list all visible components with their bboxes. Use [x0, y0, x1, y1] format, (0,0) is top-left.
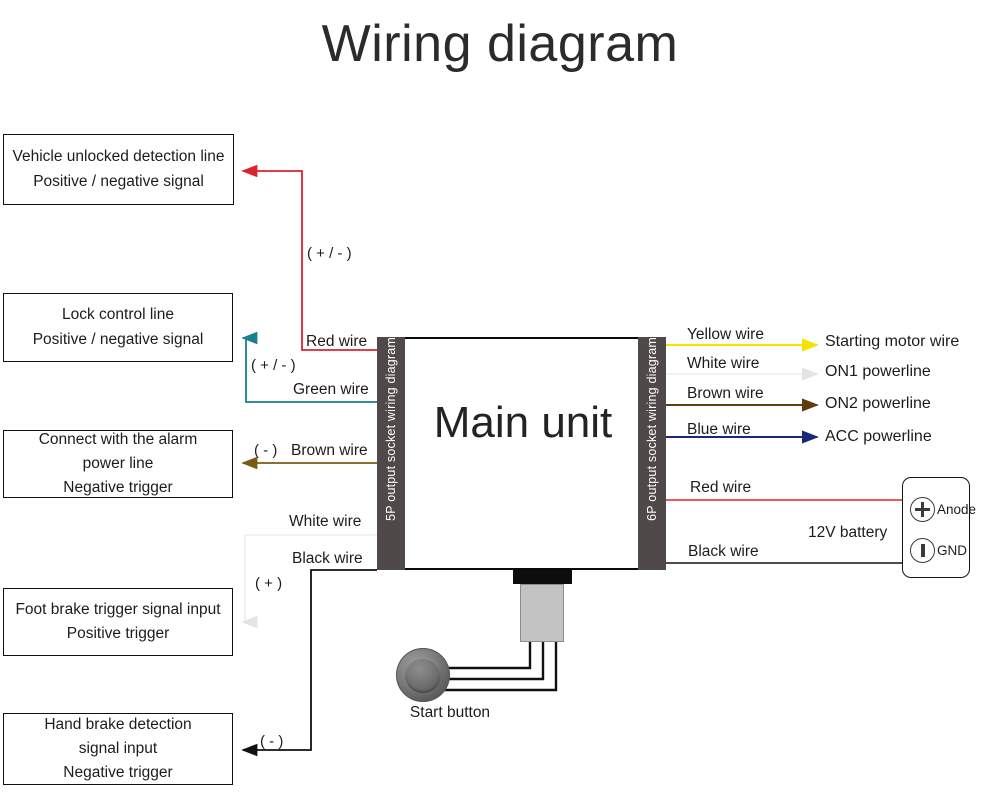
wire-label-red-left: Red wire: [306, 333, 368, 350]
main-unit-body: [398, 337, 648, 570]
battery-12v: Anode GND: [902, 477, 976, 578]
wire-label-brown-left: Brown wire: [291, 442, 368, 459]
callout-alarm-power-line: Connect with the alarm power line Negati…: [3, 430, 233, 498]
callout-line-2: power line: [82, 455, 154, 472]
wire-label-brown-right: Brown wire: [687, 385, 764, 402]
wire-black-left: [241, 569, 377, 757]
plug-connector-cap: [513, 570, 572, 584]
polarity-white-left: ( + ): [255, 575, 283, 592]
wire-start-3: [437, 642, 558, 692]
callout-line-2: Positive trigger: [66, 625, 170, 642]
battery-anode-terminal-icon: [910, 497, 935, 522]
wire-start-2: [437, 642, 545, 681]
battery-label: 12V battery: [808, 524, 888, 541]
socket-strip-5p: 5P output socket wiring diagram: [377, 337, 405, 570]
callout-lock-control-line: Lock control line Positive / negative si…: [3, 293, 233, 362]
destination-on1-powerline: ON1 powerline: [825, 363, 931, 380]
wire-label-black-right: Black wire: [688, 543, 759, 560]
wire-label-black-left: Black wire: [292, 550, 363, 567]
polarity-red-left: ( + / - ): [307, 245, 352, 262]
socket-strip-6p: 6P output socket wiring diagram: [638, 337, 666, 570]
polarity-green-left: ( + / - ): [251, 357, 296, 374]
callout-line-2: Positive / negative signal: [33, 172, 204, 190]
wire-label-white-left: White wire: [289, 513, 362, 530]
start-button[interactable]: [396, 648, 450, 702]
destination-starting-motor: Starting motor wire: [825, 333, 960, 350]
wiring-diagram-canvas: Wiring diagram Vehicle unlocked detectio…: [0, 0, 1000, 811]
polarity-black-left: ( - ): [260, 733, 284, 750]
wire-label-red-right: Red wire: [690, 479, 752, 496]
battery-gnd-terminal-icon: [910, 538, 935, 563]
page-title: Wiring diagram: [321, 15, 679, 73]
wire-start-1: [437, 642, 532, 670]
callout-vehicle-unlocked-detection: Vehicle unlocked detection line Positive…: [3, 134, 234, 205]
main-unit-label: Main unit: [433, 398, 613, 447]
callout-line-3: Negative trigger: [63, 764, 173, 782]
callout-foot-brake-trigger: Foot brake trigger signal input Positive…: [3, 588, 233, 656]
callout-hand-brake-detection: Hand brake detection signal input Negati…: [3, 713, 233, 785]
socket-strip-6p-label: 6P output socket wiring diagram: [645, 337, 659, 521]
wire-label-green-left: Green wire: [293, 381, 369, 398]
callout-line-1: Connect with the alarm: [38, 430, 198, 448]
plug-connector-body: [520, 584, 564, 642]
battery-gnd-label: GND: [937, 543, 967, 558]
wire-label-yellow-right: Yellow wire: [687, 326, 764, 343]
callout-line-2: signal input: [78, 740, 158, 757]
destination-on2-powerline: ON2 powerline: [825, 395, 931, 412]
polarity-brown-left: ( - ): [254, 442, 278, 459]
battery-anode-label: Anode: [937, 502, 977, 517]
callout-line-1: Lock control line: [61, 306, 174, 324]
wire-label-blue-right: Blue wire: [687, 421, 751, 438]
callout-line-1: Foot brake trigger signal input: [15, 600, 221, 618]
callout-line-1: Hand brake detection: [44, 715, 192, 733]
callout-line-3: Negative trigger: [63, 479, 173, 497]
start-button-label: Start button: [409, 704, 491, 721]
callout-line-1: Vehicle unlocked detection line: [12, 148, 225, 166]
destination-acc-powerline: ACC powerline: [825, 428, 932, 445]
wire-label-white-right: White wire: [687, 355, 760, 372]
socket-strip-5p-label: 5P output socket wiring diagram: [384, 337, 398, 521]
callout-line-2: Positive / negative signal: [32, 330, 204, 348]
